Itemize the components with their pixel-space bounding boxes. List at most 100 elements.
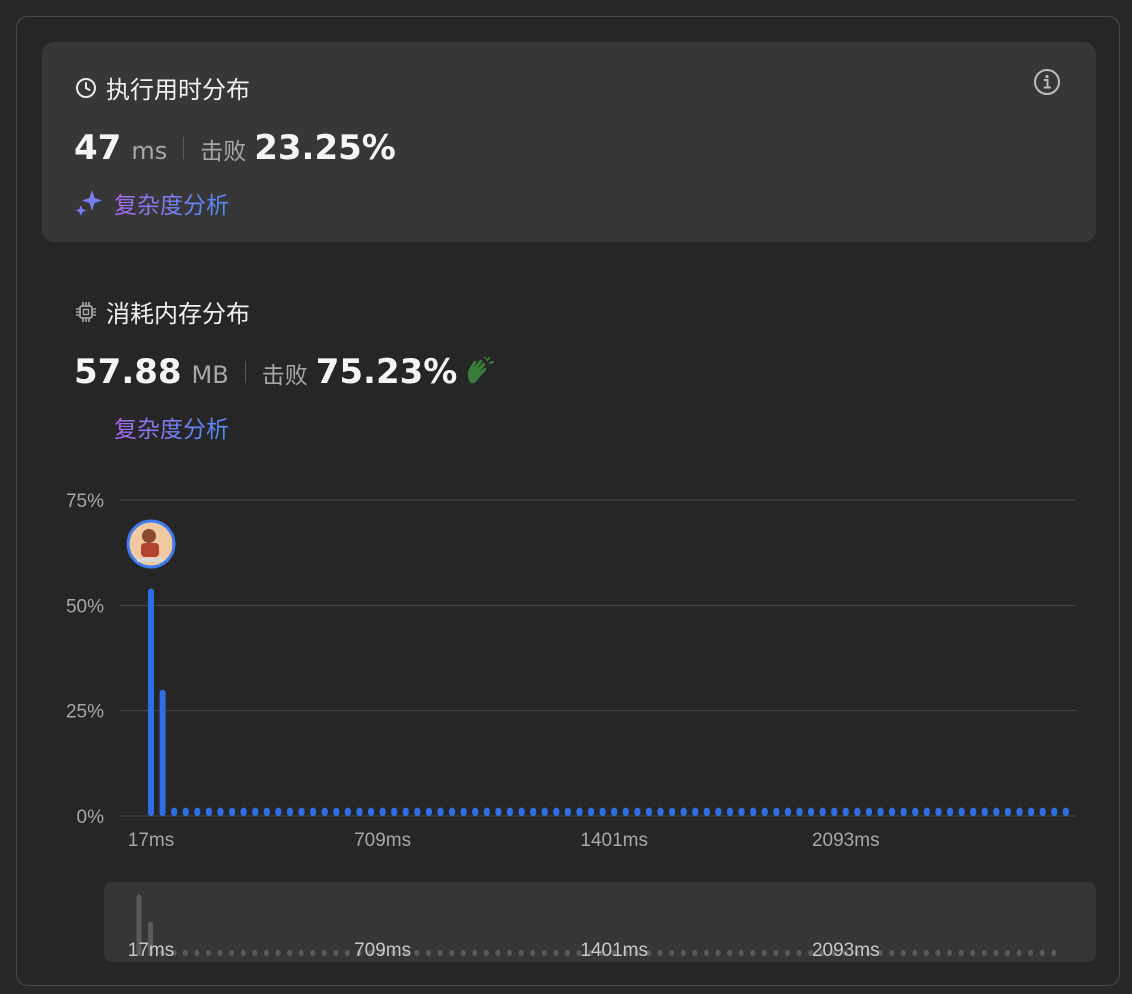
memory-distribution-chart: 0% 25% 50% 75% 17ms 709ms 1401ms 2093ms [66, 491, 1076, 851]
chart-bar [541, 807, 548, 816]
chart-bar [761, 807, 768, 816]
minimap-bar [553, 950, 559, 956]
chart-bar [750, 807, 757, 816]
chart-bar [472, 807, 479, 816]
memory-unit: MB [191, 361, 229, 389]
chart-bar [970, 807, 977, 816]
chart-bar [738, 807, 745, 816]
minimap-bar [692, 950, 698, 956]
minimap-bar [275, 950, 281, 956]
minimap-bar [761, 950, 767, 956]
chart-bar [588, 807, 595, 816]
minimap-bar [900, 950, 906, 956]
chart-bar [831, 807, 838, 816]
chart-bar [1028, 807, 1035, 816]
minimap-bar [263, 950, 269, 956]
minimap-bar [426, 950, 431, 956]
sparkle-icon [75, 190, 102, 216]
chart-bar [379, 807, 386, 816]
avatar-ground [137, 558, 163, 562]
minimap-bar [541, 950, 547, 956]
minimap-bar [1028, 950, 1034, 956]
memory-complexity-label: 复杂度分析 [114, 410, 229, 444]
minimap-bar [657, 950, 663, 956]
minimap-bar [507, 950, 513, 956]
chart-bar [460, 807, 467, 816]
y-tick-label: 75% [66, 491, 104, 512]
chart-bar [310, 807, 317, 816]
memory-value: 57.88 [74, 352, 182, 392]
chart-bar [298, 807, 305, 816]
clapping-hands-icon [468, 357, 495, 384]
minimap-bar [437, 950, 443, 956]
chart-bar [402, 807, 409, 816]
minimap-bar [217, 950, 223, 956]
minimap-bar [287, 950, 293, 956]
minimap-bar [333, 950, 339, 956]
chart-bar [275, 807, 282, 816]
chart-bar [981, 807, 988, 816]
minimap-tick-label: 17ms [128, 940, 174, 961]
chart-bar [333, 807, 340, 816]
memory-title: 消耗内存分布 [106, 300, 250, 328]
minimap-bar [1005, 950, 1010, 956]
memory-stats: 57.88 MB 击败 75.23% [74, 352, 497, 392]
minimap-tick-label: 2093ms [812, 940, 880, 961]
chart-bar [564, 807, 571, 816]
chart-bar [425, 807, 432, 816]
minimap-bar [680, 950, 686, 956]
minimap-bar [1016, 950, 1022, 956]
chart-bar [819, 807, 826, 816]
minimap-bar [321, 950, 327, 956]
user-avatar [126, 519, 176, 569]
avatar-body [141, 543, 159, 557]
runtime-beats-label: 击败 [200, 139, 247, 165]
chart-bar [900, 807, 907, 816]
memory-title-row: 消耗内存分布 [74, 294, 250, 329]
chart-bar [368, 807, 375, 816]
runtime-beats-percent: 23.25% [254, 128, 396, 168]
chart-bar [947, 807, 954, 816]
minimap-chart[interactable]: 17ms 709ms 1401ms 2093ms [0, 882, 1132, 962]
chart-bar [842, 807, 849, 816]
minimap-bar [483, 950, 489, 956]
chart-bar [715, 807, 722, 816]
runtime-complexity-label: 复杂度分析 [114, 186, 229, 220]
minimap-bar [518, 950, 524, 956]
minimap-bar [252, 950, 258, 956]
minimap-bar [414, 950, 420, 956]
minimap-bar [750, 950, 756, 956]
runtime-unit: ms [131, 137, 168, 165]
minimap-bar [738, 950, 744, 956]
minimap-bar [229, 950, 235, 956]
minimap-bar [460, 950, 466, 956]
chart-bar [634, 807, 641, 816]
minimap-bar [715, 950, 721, 956]
chart-bar [252, 807, 259, 816]
chart-bar [159, 689, 166, 816]
x-tick-label: 17ms [128, 830, 174, 851]
minimap-bar [182, 950, 188, 956]
chart-bar [1062, 807, 1069, 816]
chart-bar [854, 807, 861, 816]
chart-bar [483, 807, 490, 816]
memory-complexity-link[interactable]: 复杂度分析 [114, 410, 229, 444]
runtime-stats: 47 ms 击败 23.25% [74, 128, 396, 168]
avatar-head [142, 529, 156, 543]
chart-bar [808, 807, 815, 816]
chart-bar [889, 807, 896, 816]
chart-bar [263, 807, 270, 816]
runtime-title: 执行用时分布 [106, 76, 250, 104]
minimap-bar [530, 950, 536, 956]
chart-bar [217, 807, 224, 816]
minimap-bar [495, 950, 501, 956]
chart-bar [784, 807, 791, 816]
minimap-bar [472, 950, 478, 956]
minimap-bar [958, 950, 964, 956]
minimap-bar [912, 950, 918, 956]
runtime-complexity-link[interactable]: 复杂度分析 [74, 186, 229, 220]
runtime-value: 47 [74, 128, 122, 168]
minimap-bar [1051, 950, 1057, 956]
info-icon[interactable] [1032, 67, 1062, 97]
chart-bar [576, 807, 583, 816]
